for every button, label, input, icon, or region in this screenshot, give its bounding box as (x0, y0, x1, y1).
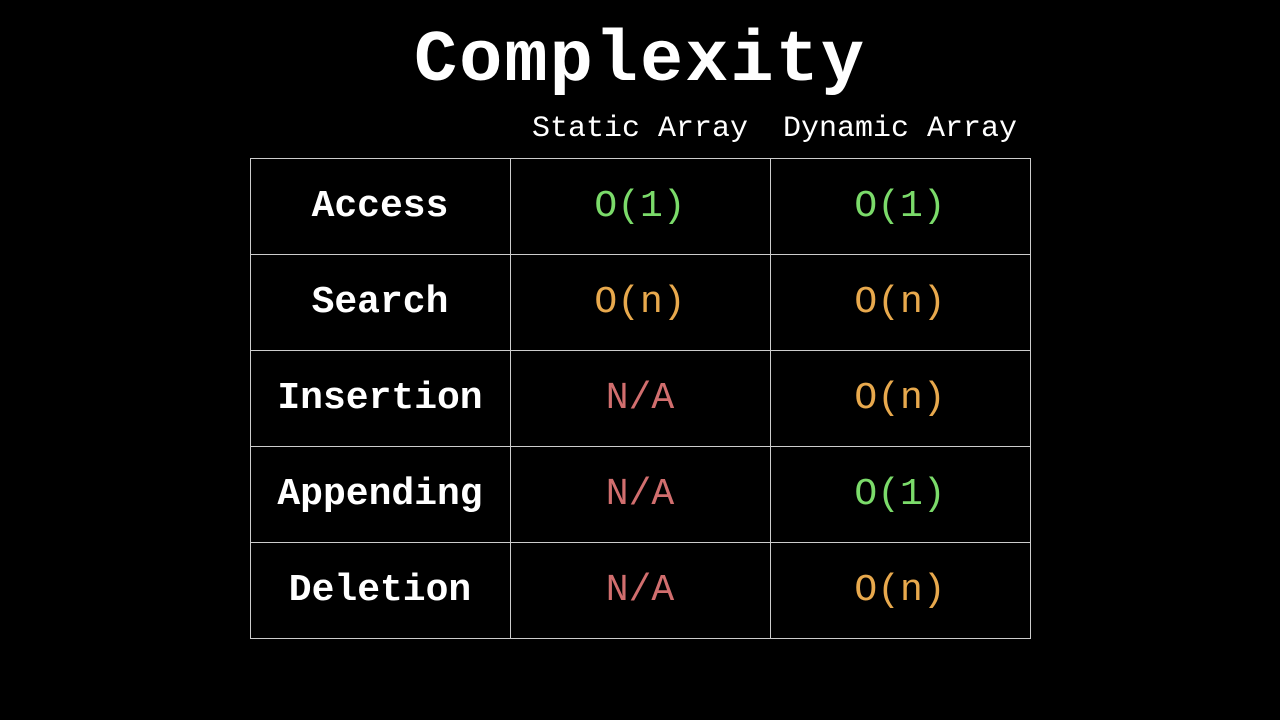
cell-dynamic: O(1) (770, 159, 1030, 255)
cell-static: O(1) (510, 159, 770, 255)
cell-dynamic: O(1) (770, 447, 1030, 543)
row-label: Access (250, 159, 510, 255)
table-row: SearchO(n)O(n) (250, 255, 1030, 351)
column-header-dynamic: Dynamic Array (770, 112, 1030, 146)
row-label: Appending (250, 447, 510, 543)
row-label: Deletion (250, 543, 510, 639)
table-body: AccessO(1)O(1)SearchO(n)O(n)InsertionN/A… (250, 159, 1030, 639)
cell-dynamic: O(n) (770, 255, 1030, 351)
row-label: Search (250, 255, 510, 351)
cell-dynamic: O(n) (770, 543, 1030, 639)
cell-static: N/A (510, 543, 770, 639)
table-row: DeletionN/AO(n) (250, 543, 1030, 639)
complexity-table: AccessO(1)O(1)SearchO(n)O(n)InsertionN/A… (250, 158, 1031, 639)
table-row: AccessO(1)O(1) (250, 159, 1030, 255)
cell-static: O(n) (510, 255, 770, 351)
column-header-static: Static Array (510, 112, 770, 146)
cell-static: N/A (510, 447, 770, 543)
cell-dynamic: O(n) (770, 351, 1030, 447)
table-row: InsertionN/AO(n) (250, 351, 1030, 447)
column-headers: Static Array Dynamic Array (510, 112, 1030, 146)
slide-container: Complexity Static Array Dynamic Array Ac… (0, 0, 1280, 720)
page-title: Complexity (414, 20, 866, 102)
row-label: Insertion (250, 351, 510, 447)
table-row: AppendingN/AO(1) (250, 447, 1030, 543)
cell-static: N/A (510, 351, 770, 447)
